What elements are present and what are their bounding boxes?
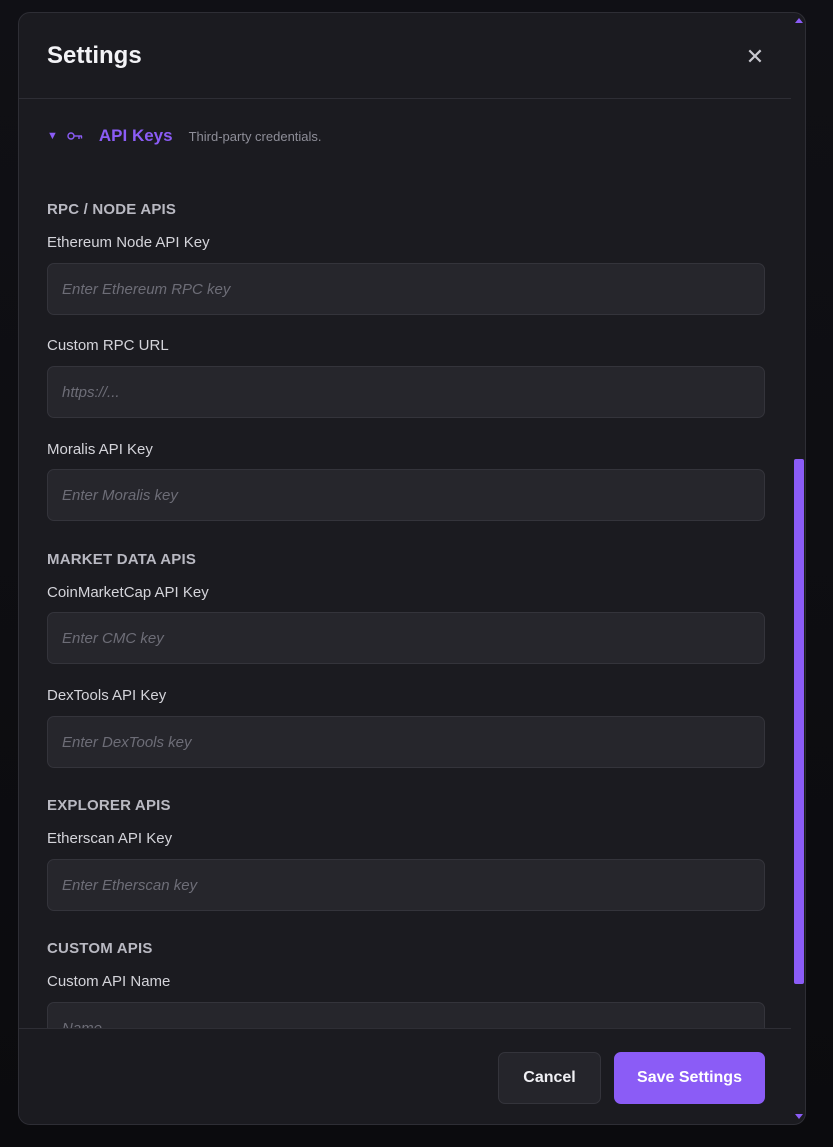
- save-settings-button[interactable]: Save Settings: [614, 1052, 765, 1104]
- cancel-button[interactable]: Cancel: [498, 1052, 601, 1104]
- custom-rpc-url-input[interactable]: [47, 366, 765, 418]
- settings-modal: Settings ✕ ▼ API Keys Third-party creden…: [18, 12, 806, 1125]
- close-icon: ✕: [745, 44, 765, 69]
- field-label-coinmarketcap: CoinMarketCap API Key: [47, 584, 209, 601]
- dextools-api-key-input[interactable]: [47, 716, 765, 768]
- modal-title: Settings: [47, 42, 142, 69]
- section-title: API Keys: [98, 126, 173, 145]
- field-label-etherscan: Etherscan API Key: [47, 830, 173, 847]
- group-heading-rpc-node: RPC / NODE APIS: [47, 201, 177, 218]
- moralis-api-key-input[interactable]: [47, 469, 765, 521]
- etherscan-api-key-input[interactable]: [47, 859, 765, 911]
- field-label-moralis: Moralis API Key: [47, 441, 153, 458]
- modal-header: Settings ✕: [19, 13, 791, 99]
- settings-scroll-area[interactable]: ▼ API Keys Third-party credentials. RPC …: [19, 100, 791, 1028]
- scroll-up-arrow-icon[interactable]: [795, 18, 803, 23]
- field-label-custom-api-name: Custom API Name: [47, 973, 171, 990]
- scrollbar[interactable]: [792, 13, 805, 1124]
- scroll-down-arrow-icon[interactable]: [795, 1114, 803, 1119]
- group-heading-market-data: MARKET DATA APIS: [47, 551, 197, 568]
- section-toggle-api-keys[interactable]: ▼ API Keys Third-party credentials.: [47, 124, 322, 148]
- section-description: Third-party credentials.: [188, 128, 322, 144]
- scrollbar-thumb[interactable]: [794, 459, 804, 984]
- caret-down-icon: ▼: [47, 130, 58, 142]
- custom-api-name-input[interactable]: [47, 1002, 765, 1028]
- field-label-custom-rpc-url: Custom RPC URL: [47, 337, 169, 354]
- key-icon: [67, 132, 83, 140]
- field-label-dextools: DexTools API Key: [47, 687, 167, 704]
- field-label-ethereum-node: Ethereum Node API Key: [47, 234, 210, 251]
- close-button[interactable]: ✕: [743, 45, 767, 69]
- group-heading-explorer: EXPLORER APIS: [47, 797, 171, 814]
- coinmarketcap-api-key-input[interactable]: [47, 612, 765, 664]
- ethereum-node-api-key-input[interactable]: [47, 263, 765, 315]
- group-heading-custom: CUSTOM APIS: [47, 940, 153, 957]
- modal-footer: Cancel Save Settings: [19, 1028, 791, 1124]
